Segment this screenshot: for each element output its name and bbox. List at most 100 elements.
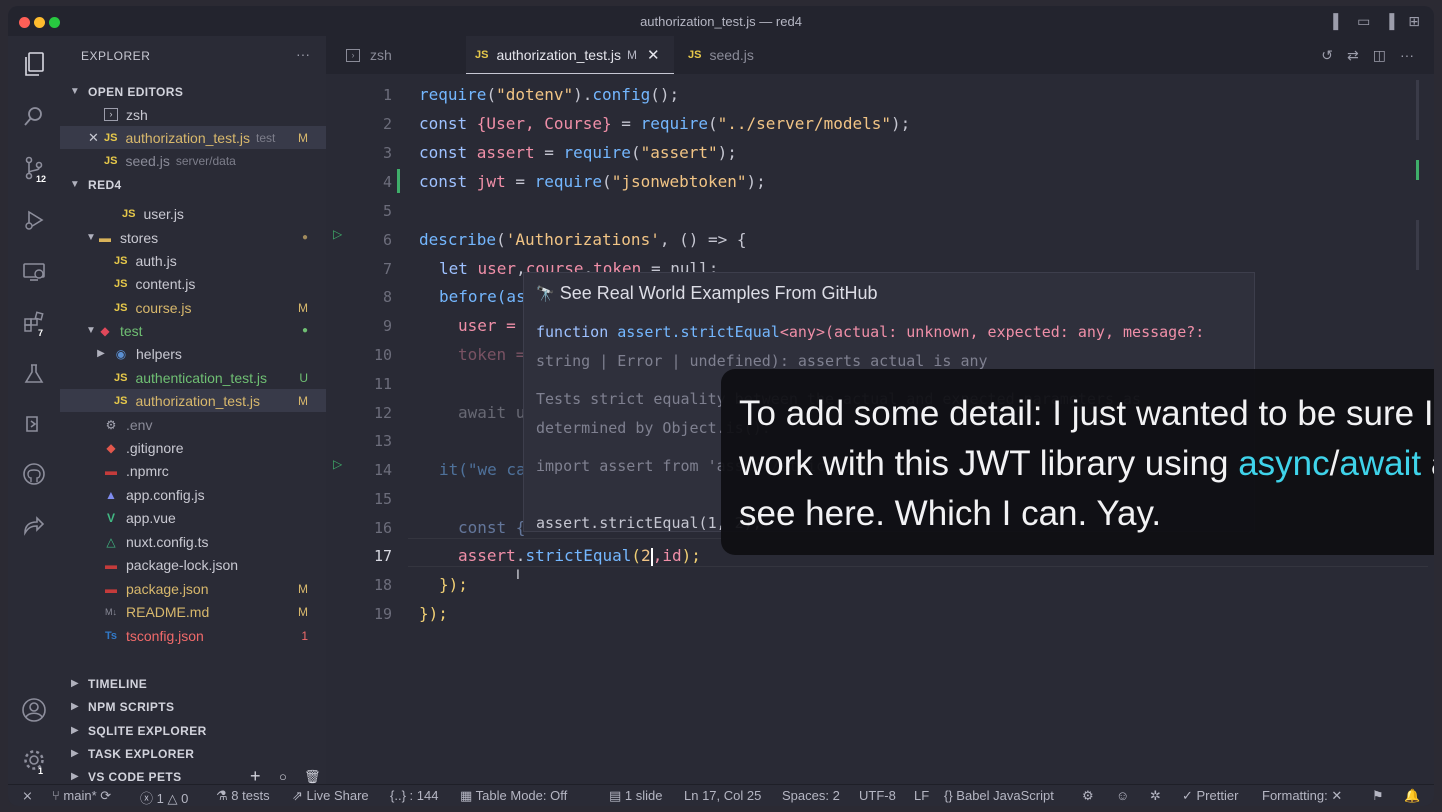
video-caption: To add some detail: I just wanted to be …	[721, 369, 1434, 555]
more-actions-icon[interactable]: ···	[1400, 47, 1414, 64]
live-share-icon[interactable]	[20, 512, 48, 540]
code-line-4: const jwt = require("jsonwebtoken");	[419, 172, 766, 191]
live-share-status[interactable]: ⇗ Live Share	[292, 788, 369, 804]
github-examples-link[interactable]: 🔭 See Real World Examples From GitHub	[536, 283, 877, 304]
folder-helpers[interactable]: ▶ ◉ helpers	[60, 342, 326, 365]
line-number: 11	[373, 375, 392, 393]
sqlite-explorer-section[interactable]: ▶ SQLITE EXPLORER	[60, 719, 326, 742]
remote-indicator-icon[interactable]: ⨯	[22, 788, 33, 804]
npm-scripts-section[interactable]: ▶ NPM SCRIPTS	[60, 695, 326, 718]
run-debug-icon[interactable]	[20, 206, 48, 234]
javascript-file-icon: JS	[475, 48, 489, 61]
split-editor-icon[interactable]: ◫	[1373, 47, 1386, 64]
file-readme[interactable]: M↓ README.md M	[60, 600, 326, 623]
run-tests-icon[interactable]: ▷	[333, 227, 342, 241]
customize-layout-icon[interactable]: ⊞	[1408, 13, 1420, 30]
branch-status[interactable]: ⑂ main* ⟳	[52, 788, 111, 804]
eol-status[interactable]: LF	[914, 788, 929, 803]
line-number: 10	[373, 346, 392, 364]
throw-ball-icon[interactable]: ○	[279, 769, 287, 784]
open-editor-zsh[interactable]: › zsh	[60, 103, 326, 126]
file-user-js[interactable]: JS user.js	[60, 202, 326, 225]
code-line-9: user =	[458, 316, 516, 335]
git-file-icon: ◆	[106, 440, 116, 455]
delete-pets-icon[interactable]: 🗑	[304, 769, 321, 785]
window-title: authorization_test.js — red4	[640, 14, 802, 29]
open-changes-icon[interactable]: ⇄	[1347, 47, 1359, 64]
folder-stores[interactable]: ▼ ▬ stores ●	[60, 226, 326, 249]
timeline-section[interactable]: ▶ TIMELINE	[60, 672, 326, 695]
file-course-js[interactable]: JS course.js M	[60, 296, 326, 319]
source-control-badge: 12	[36, 174, 47, 184]
explorer-more-actions-icon[interactable]: ···	[296, 46, 310, 62]
npm-file-icon: ▬	[105, 581, 117, 596]
explorer-icon[interactable]	[20, 50, 48, 78]
slides-status[interactable]: ▤ 1 slide	[609, 788, 662, 804]
workspace-section[interactable]: ▼ RED4	[60, 173, 326, 196]
open-editors-section[interactable]: ▼ OPEN EDITORS	[60, 80, 326, 103]
file-env[interactable]: ⚙ .env	[60, 413, 326, 436]
tab-seed[interactable]: JS seed.js	[684, 36, 784, 74]
toggle-panel-icon[interactable]: ▭	[1357, 13, 1370, 30]
close-tab-icon[interactable]: ✕	[647, 46, 660, 64]
file-package-lock[interactable]: ▬ package-lock.json	[60, 553, 326, 576]
javascript-file-icon: JS	[104, 131, 118, 144]
toggle-secondary-sidebar-icon[interactable]: ▐	[1384, 13, 1394, 30]
notifications-bell-icon[interactable]: 🔔	[1404, 788, 1420, 804]
testing-icon[interactable]	[20, 360, 48, 388]
file-app-vue[interactable]: V app.vue	[60, 506, 326, 529]
file-package-json[interactable]: ▬ package.json M	[60, 577, 326, 600]
folder-test[interactable]: ▼ ◆ test ●	[60, 319, 326, 342]
run-test-icon[interactable]: ▷	[333, 457, 342, 471]
cursor-position-status[interactable]: Ln 17, Col 25	[684, 788, 761, 803]
open-editor-seed[interactable]: JS seed.js server/data	[60, 149, 326, 172]
tab-authorization-test[interactable]: JS authorization_test.js M ✕	[466, 36, 674, 74]
extension-status-icon[interactable]: ✲	[1150, 788, 1161, 804]
accounts-icon[interactable]	[20, 696, 48, 724]
toggle-primary-sidebar-icon[interactable]: ▌	[1333, 13, 1343, 30]
file-authentication-test[interactable]: JS authentication_test.js U	[60, 366, 326, 389]
json-count-status[interactable]: {..} : 144	[390, 788, 438, 803]
file-app-config-js[interactable]: ▲ app.config.js	[60, 483, 326, 506]
remote-explorer-icon[interactable]	[20, 258, 48, 286]
tests-status[interactable]: ⚗ 8 tests	[216, 788, 270, 804]
close-editor-icon[interactable]: ✕	[88, 130, 104, 146]
file-content-js[interactable]: JS content.js	[60, 272, 326, 295]
file-auth-js[interactable]: JS auth.js	[60, 249, 326, 272]
code-line-6: describe('Authorizations', () => {	[419, 230, 747, 249]
javascript-file-icon: JS	[122, 207, 136, 220]
manage-gear-icon[interactable]	[20, 746, 48, 774]
task-explorer-section[interactable]: ▶ TASK EXPLORER	[60, 742, 326, 765]
line-number: 7	[382, 260, 392, 278]
problems-status[interactable]: ⓧ 1 △ 0	[140, 788, 188, 806]
feedback-icon[interactable]: ⚑	[1372, 788, 1384, 804]
file-npmrc[interactable]: ▬ .npmrc	[60, 459, 326, 482]
chevron-right-icon: ▶	[70, 701, 80, 712]
nuxt-file-icon: △	[106, 534, 116, 549]
file-gitignore[interactable]: ◆ .gitignore	[60, 436, 326, 459]
formatting-status[interactable]: Formatting: ✕	[1262, 788, 1342, 804]
docker-icon[interactable]	[20, 410, 48, 438]
search-icon[interactable]	[20, 102, 48, 130]
file-authorization-test[interactable]: JS authorization_test.js M	[60, 389, 326, 412]
code-line-16: const {	[458, 518, 526, 537]
file-tsconfig[interactable]: Ts tsconfig.json 1	[60, 624, 326, 647]
line-number: 6	[382, 231, 392, 249]
prettier-status[interactable]: ✓ Prettier	[1182, 788, 1238, 804]
indentation-status[interactable]: Spaces: 2	[782, 788, 840, 803]
timeline-history-icon[interactable]: ↺	[1321, 47, 1333, 64]
encoding-status[interactable]: UTF-8	[859, 788, 896, 803]
extensions-icon[interactable]	[20, 308, 48, 336]
tab-zsh[interactable]: › zsh	[336, 36, 436, 74]
table-mode-status[interactable]: ▦ Table Mode: Off	[460, 788, 567, 804]
language-mode-status[interactable]: {} Babel JavaScript	[944, 788, 1054, 803]
github-icon[interactable]	[20, 460, 48, 488]
chevron-right-icon: ▶	[70, 678, 80, 689]
copilot-icon[interactable]: ⚙	[1082, 788, 1094, 804]
open-editor-authorization-test[interactable]: ✕ JS authorization_test.js test M	[60, 126, 326, 149]
file-nuxt-config[interactable]: △ nuxt.config.ts	[60, 530, 326, 553]
line-number: 2	[382, 115, 392, 133]
minimap[interactable]	[1414, 80, 1422, 300]
github-copilot-icon[interactable]: ☺	[1116, 788, 1129, 803]
line-number: 15	[373, 490, 392, 508]
